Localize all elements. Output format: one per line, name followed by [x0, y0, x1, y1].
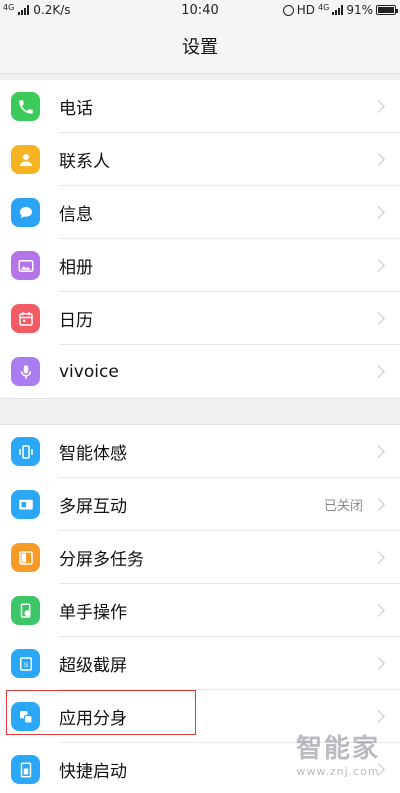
settings-item-phone[interactable]: 电话	[0, 80, 400, 133]
settings-item-label: 相册	[59, 258, 93, 278]
settings-item-multiscreen[interactable]: 多屏互动 已关闭	[0, 478, 400, 531]
status-value: 已关闭	[323, 499, 363, 514]
phone-icon	[11, 92, 40, 121]
chevron-right-icon	[372, 445, 385, 458]
settings-item-label: 快捷启动	[59, 762, 127, 782]
status-bar: 4G 0.2K/s 10:40 HD 4G 91%	[0, 0, 400, 22]
settings-item-contacts[interactable]: 联系人	[0, 133, 400, 186]
settings-item-screenshot[interactable]: S 超级截屏	[0, 637, 400, 690]
app-clone-icon	[11, 702, 40, 731]
chevron-right-icon	[372, 259, 385, 272]
settings-item-split-screen[interactable]: 分屏多任务	[0, 531, 400, 584]
settings-item-label: 多屏互动	[59, 497, 127, 517]
settings-item-label: 单手操作	[59, 603, 127, 623]
settings-item-label: 超级截屏	[59, 656, 127, 676]
settings-item-label: 分屏多任务	[59, 550, 144, 570]
settings-item-label: 日历	[59, 311, 93, 331]
settings-group-features: 智能体感 多屏互动 已关闭 分屏多任务 单手操作 S 超级截屏 应用分身 快捷启…	[0, 424, 400, 793]
chevron-right-icon	[372, 657, 385, 670]
settings-item-label: 应用分身	[59, 709, 127, 729]
settings-item-label: 联系人	[59, 152, 110, 172]
calendar-icon	[11, 304, 40, 333]
settings-item-smart-motion[interactable]: 智能体感	[0, 425, 400, 478]
alarm-icon	[282, 4, 294, 16]
chevron-right-icon	[372, 551, 385, 564]
battery-icon	[376, 5, 398, 15]
settings-item-app-clone[interactable]: 应用分身	[0, 690, 400, 743]
one-hand-icon	[11, 596, 40, 625]
motion-icon	[11, 437, 40, 466]
chevron-right-icon	[372, 710, 385, 723]
chevron-right-icon	[372, 763, 385, 776]
settings-item-messages[interactable]: 信息	[0, 186, 400, 239]
settings-item-calendar[interactable]: 日历	[0, 292, 400, 345]
settings-item-label: 智能体感	[59, 444, 127, 464]
svg-text:S: S	[23, 662, 28, 669]
settings-item-quick-launch[interactable]: 快捷启动	[0, 743, 400, 793]
battery-percent: 91%	[346, 3, 373, 17]
settings-item-one-hand[interactable]: 单手操作	[0, 584, 400, 637]
multiscreen-icon	[11, 490, 40, 519]
quick-launch-icon	[11, 755, 40, 784]
chevron-right-icon	[372, 312, 385, 325]
settings-item-vivoice[interactable]: vivoice	[0, 345, 400, 398]
gallery-icon	[11, 251, 40, 280]
chevron-right-icon	[372, 206, 385, 219]
screenshot-icon: S	[11, 649, 40, 678]
microphone-icon	[11, 357, 40, 386]
chevron-right-icon	[372, 604, 385, 617]
chevron-right-icon	[372, 100, 385, 113]
settings-item-label: 信息	[59, 205, 93, 225]
split-screen-icon	[11, 543, 40, 572]
settings-item-gallery[interactable]: 相册	[0, 239, 400, 292]
settings-group-apps: 电话 联系人 信息 相册 日历 vivoice	[0, 80, 400, 399]
chevron-right-icon	[372, 498, 385, 511]
page-title: 设置	[0, 22, 400, 74]
contacts-icon	[11, 145, 40, 174]
chevron-right-icon	[372, 365, 385, 378]
status-right: HD 4G 91%	[282, 2, 398, 17]
settings-item-label: vivoice	[59, 361, 119, 382]
network-type-2: 4G	[318, 2, 330, 12]
settings-item-label: 电话	[59, 99, 93, 119]
hd-badge: HD	[296, 3, 316, 17]
chevron-right-icon	[372, 153, 385, 166]
signal-icon-2	[332, 5, 344, 15]
message-icon	[11, 198, 40, 227]
